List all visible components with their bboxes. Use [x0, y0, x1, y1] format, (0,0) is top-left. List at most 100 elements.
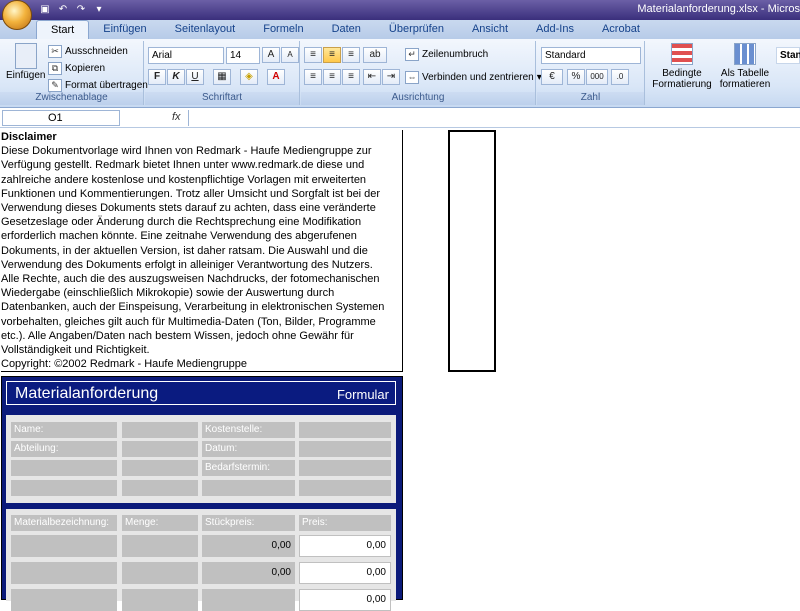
tab-insert[interactable]: Einfügen: [89, 20, 160, 39]
font-color-icon[interactable]: A: [267, 69, 285, 85]
qty-cell[interactable]: [122, 535, 198, 557]
department-label: Abteilung:: [11, 441, 117, 457]
fill-color-icon[interactable]: ◈: [240, 69, 258, 85]
underline-button[interactable]: U: [186, 69, 204, 85]
group-number: Standard € % 000 .0 Zahl: [537, 41, 645, 105]
paste-button[interactable]: Einfügen: [6, 43, 45, 81]
disclaimer-cell[interactable]: Disclaimer Diese Dokumentvorlage wird Ih…: [1, 130, 403, 372]
price-cell[interactable]: 0,00: [299, 535, 391, 557]
disclaimer-line: Funktionen und Kommentierungen. Trotz al…: [1, 187, 381, 200]
unit-price-cell[interactable]: [202, 589, 295, 611]
disclaimer-title: Disclaimer: [1, 131, 57, 143]
items-panel: Materialbezeichnung: Menge: Stückpreis: …: [6, 509, 396, 611]
cut-button[interactable]: ✂ Ausschneiden: [48, 45, 128, 58]
group-alignment: ≡ ≡ ≡ ab ↵ Zeilenumbruch ≡ ≡ ≡ ⇤ ⇥ ⇔ Verbi…: [301, 41, 542, 105]
worksheet[interactable]: Disclaimer Diese Dokumentvorlage wird Ih…: [0, 128, 800, 611]
disclaimer-line: erforderlich machen könnte. Eine zeitnah…: [1, 230, 357, 243]
shrink-font-icon[interactable]: A: [281, 47, 299, 63]
unit-price-cell[interactable]: 0,00: [202, 562, 295, 584]
tab-page-layout[interactable]: Seitenlayout: [161, 20, 250, 39]
percent-button[interactable]: %: [567, 69, 585, 85]
number-format-select[interactable]: Standard: [541, 47, 641, 64]
blank-value-cell[interactable]: [122, 460, 198, 476]
format-painter-button[interactable]: ✎ Format übertragen: [48, 79, 148, 92]
align-center-icon[interactable]: ≡: [323, 69, 341, 85]
conditional-format-button[interactable]: Bedingte Formatierung: [650, 43, 714, 90]
disclaimer-line: Vollständigkeit und Richtigkeit.: [1, 344, 150, 357]
group-label-alignment: Ausrichtung: [301, 92, 535, 105]
material-cell[interactable]: [11, 535, 117, 557]
tab-start[interactable]: Start: [36, 20, 90, 39]
grow-font-icon[interactable]: A: [262, 47, 280, 63]
formula-input[interactable]: [188, 110, 800, 126]
col-price-header: Preis:: [299, 515, 391, 531]
name-value[interactable]: [122, 422, 198, 438]
form-subtitle: Formular: [336, 387, 389, 402]
cell-styles-gallery[interactable]: Stan: [776, 47, 800, 64]
font-size-select[interactable]: 14: [226, 47, 260, 64]
thousands-button[interactable]: 000: [586, 69, 608, 85]
decrease-indent-icon[interactable]: ⇤: [363, 69, 381, 85]
qty-cell[interactable]: [122, 589, 198, 611]
tab-review[interactable]: Überprüfen: [375, 20, 458, 39]
blank-value-cell[interactable]: [299, 480, 391, 496]
blank-label-cell[interactable]: [202, 480, 295, 496]
undo-icon[interactable]: ↶: [56, 3, 70, 16]
blank-label-cell[interactable]: [11, 460, 117, 476]
copy-button[interactable]: ⧉ Kopieren: [48, 62, 105, 75]
price-cell[interactable]: 0,00: [299, 589, 391, 611]
ribbon: Einfügen ✂ Ausschneiden ⧉ Kopieren ✎ Format…: [0, 39, 800, 108]
tab-acrobat[interactable]: Acrobat: [588, 20, 654, 39]
format-as-table-button[interactable]: Als Tabelle formatieren: [716, 43, 774, 90]
unit-price-cell[interactable]: 0,00: [202, 535, 295, 557]
material-request-form: Materialanforderung Formular Name: Koste…: [1, 376, 403, 611]
group-label-number: Zahl: [537, 92, 644, 105]
date-value[interactable]: [299, 441, 391, 457]
qty-cell[interactable]: [122, 562, 198, 584]
italic-button[interactable]: K: [167, 69, 185, 85]
increase-decimal-icon[interactable]: .0: [611, 69, 629, 85]
font-name-select[interactable]: Arial: [148, 47, 224, 64]
tab-add-ins[interactable]: Add-Ins: [522, 20, 588, 39]
redo-icon[interactable]: ↷: [74, 3, 88, 16]
cost-center-value[interactable]: [299, 422, 391, 438]
orientation-icon[interactable]: ab: [363, 47, 387, 63]
group-label-clipboard: Zwischenablage: [0, 92, 143, 105]
merge-center-button[interactable]: ⇔ Verbinden und zentrieren ▾: [405, 71, 542, 84]
cost-center-label: Kostenstelle:: [202, 422, 295, 438]
selected-cell-o1[interactable]: [448, 130, 496, 372]
title-bar: ▣ ↶ ↷ ▾ Materialanforderung.xlsx - Micro…: [0, 0, 800, 20]
tab-view[interactable]: Ansicht: [458, 20, 522, 39]
insert-function-icon[interactable]: fx: [172, 111, 181, 123]
copy-icon: ⧉: [48, 62, 62, 75]
align-top-icon[interactable]: ≡: [304, 47, 322, 63]
align-left-icon[interactable]: ≡: [304, 69, 322, 85]
disclaimer-line: Datenbanken, auch der Einspeisung, Verar…: [1, 301, 385, 314]
align-right-icon[interactable]: ≡: [342, 69, 360, 85]
bold-button[interactable]: F: [148, 69, 166, 85]
blank-value-cell[interactable]: [122, 480, 198, 496]
department-value[interactable]: [122, 441, 198, 457]
border-icon[interactable]: ▦: [213, 69, 231, 85]
customize-qat-icon[interactable]: ▾: [92, 3, 106, 16]
office-button[interactable]: [2, 0, 32, 30]
material-cell[interactable]: [11, 589, 117, 611]
material-cell[interactable]: [11, 562, 117, 584]
blank-label-cell[interactable]: [11, 480, 117, 496]
need-date-value[interactable]: [299, 460, 391, 476]
paste-icon: [14, 43, 37, 69]
wrap-text-button[interactable]: ↵ Zeilenumbruch: [405, 48, 488, 61]
form-title: Materialanforderung: [15, 385, 159, 402]
increase-indent-icon[interactable]: ⇥: [382, 69, 400, 85]
currency-icon[interactable]: €: [541, 69, 563, 85]
price-cell[interactable]: 0,00: [299, 562, 391, 584]
tab-data[interactable]: Daten: [318, 20, 375, 39]
merge-icon: ⇔: [405, 71, 419, 84]
disclaimer-line: Verwendung dieses Dokuments stets darauf…: [1, 202, 376, 215]
align-middle-icon[interactable]: ≡: [323, 47, 341, 63]
save-icon[interactable]: ▣: [38, 3, 52, 16]
tab-formulas[interactable]: Formeln: [249, 20, 317, 39]
align-bottom-icon[interactable]: ≡: [342, 47, 360, 63]
name-box[interactable]: O1: [2, 110, 120, 126]
disclaimer-line: Copyright: ©2002 Redmark - Haufe Medieng…: [1, 358, 247, 371]
